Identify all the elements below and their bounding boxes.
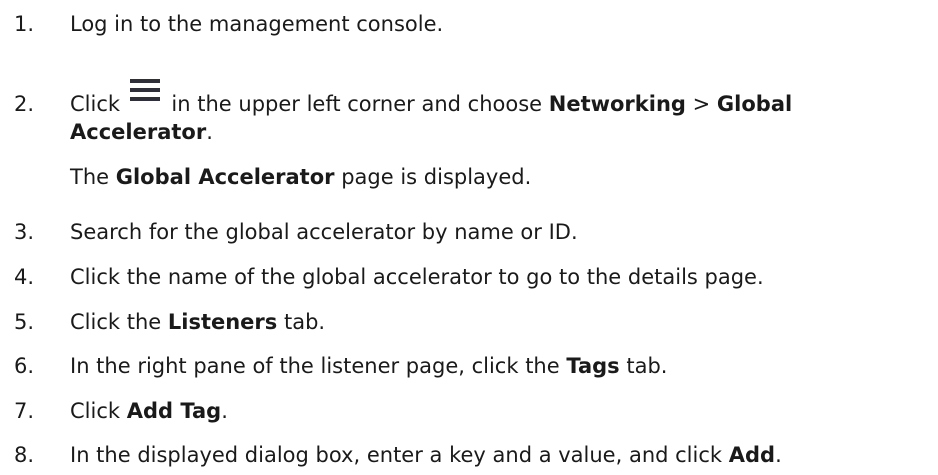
step-number: 4. (14, 265, 35, 289)
step-number: 1. (14, 12, 35, 36)
step-text: Log in to the management console. (70, 12, 444, 36)
step-number: 5. (14, 310, 35, 334)
step-number: 2. (14, 92, 35, 116)
step-text: Click the name of the global accelerator… (70, 265, 764, 289)
page-name: Global Accelerator (115, 165, 335, 189)
menu-hamburger-icon (129, 79, 161, 107)
step-text: Click the Listeners tab. (70, 310, 326, 334)
menu-global: Global (716, 92, 793, 116)
step-number: 7. (14, 399, 35, 423)
procedure-steps: 1. Log in to the management console. 2. … (0, 0, 938, 475)
tab-tags: Tags (566, 354, 620, 378)
step-text: In the right pane of the listener page, … (70, 354, 668, 378)
tab-listeners: Listeners (167, 310, 278, 334)
step-text: Search for the global accelerator by nam… (70, 220, 578, 244)
step-text: Click in the upper left corner and choos… (70, 79, 938, 118)
add-tag-button-ref: Add Tag (126, 399, 222, 423)
step-number: 3. (14, 220, 35, 244)
add-button-ref: Add (728, 443, 776, 467)
step-number: 6. (14, 354, 35, 378)
menu-accelerator: Accelerator (70, 120, 207, 144)
step-text: Click Add Tag. (70, 399, 228, 423)
step-text: In the displayed dialog box, enter a key… (70, 443, 782, 467)
step-number: 8. (14, 443, 35, 467)
menu-networking: Networking (548, 92, 686, 116)
